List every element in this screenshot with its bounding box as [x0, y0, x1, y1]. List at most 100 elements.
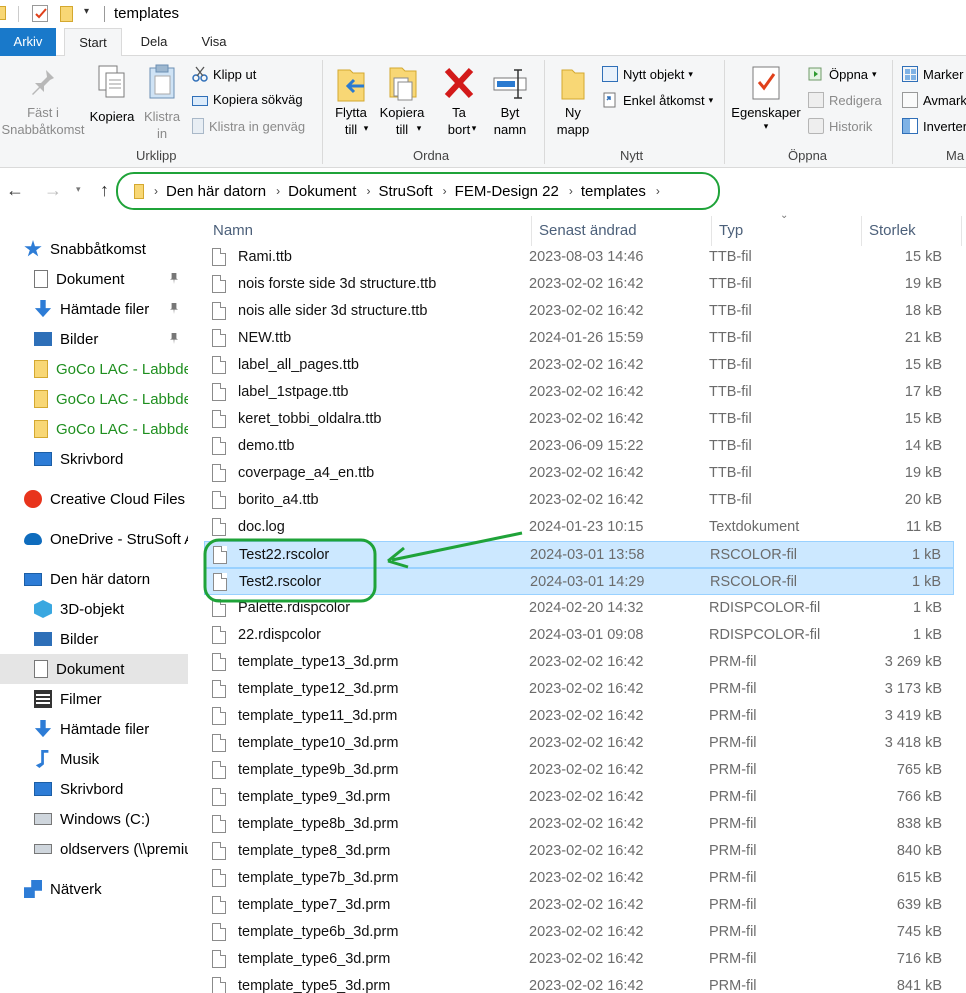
breadcrumb-item[interactable]: templates: [573, 183, 656, 200]
file-row[interactable]: template_type11_3d.prm 2023-02-02 16:42 PR…: [204, 703, 954, 730]
easy-access-button[interactable]: Enkel åtkomst ▾: [602, 92, 713, 108]
file-row[interactable]: template_type10_3d.prm 2023-02-02 16:42 PR…: [204, 730, 954, 757]
nav-item-musik[interactable]: Musik: [0, 744, 188, 774]
column-separator[interactable]: [711, 216, 712, 246]
file-row[interactable]: nois forste side 3d structure.ttb 2023-02…: [204, 271, 954, 298]
back-arrow-icon[interactable]: ←: [6, 180, 24, 201]
open-button[interactable]: Öppna ▾: [808, 66, 877, 82]
copy-to-button[interactable]: Kopiera till ▾: [376, 64, 428, 137]
nav-item-onedrive-strusoft-a[interactable]: OneDrive - StruSoft A: [0, 524, 188, 554]
nav-item-3d-objekt[interactable]: 3D-objekt: [0, 594, 188, 624]
tab-start[interactable]: Start: [64, 28, 122, 57]
file-row[interactable]: template_type9_3d.prm 2023-02-02 16:42 PRM…: [204, 784, 954, 811]
nav-item-hämtade-filer[interactable]: Hämtade filer: [0, 294, 188, 324]
breadcrumb-item[interactable]: StruSoft: [370, 183, 442, 200]
paste-button[interactable]: Klistra in: [138, 64, 186, 142]
column-header-name[interactable]: Namn: [213, 212, 253, 248]
file-row[interactable]: template_type9b_3d.prm 2023-02-02 16:42 PR…: [204, 757, 954, 784]
nav-item-den-här-datorn[interactable]: Den här datorn: [0, 564, 188, 594]
file-row[interactable]: label_1stpage.ttb 2023-02-02 16:42 TTB-fil…: [204, 379, 954, 406]
pin-quick-access-button[interactable]: Fäst i Snabbåtkomst: [0, 66, 86, 138]
nav-item-oldservers-premiu[interactable]: oldservers (\\premiu: [0, 834, 188, 864]
breadcrumb-item[interactable]: Den här datorn: [158, 183, 276, 200]
file-row[interactable]: NEW.ttb 2024-01-26 15:59 TTB-fil 21 kB: [204, 325, 954, 352]
up-arrow-icon[interactable]: ↑: [100, 180, 109, 201]
breadcrumb-item[interactable]: Dokument: [280, 183, 366, 200]
forward-arrow-icon[interactable]: →: [44, 180, 62, 201]
nav-item-skrivbord[interactable]: Skrivbord: [0, 444, 188, 474]
history-button[interactable]: Historik: [808, 118, 872, 134]
column-header-date[interactable]: Senast ändrad: [539, 212, 637, 248]
breadcrumb[interactable]: › Den här datorn › Dokument › StruSoft ›…: [128, 178, 720, 204]
group-label-oppna: Öppna: [788, 148, 828, 163]
copy-button[interactable]: Kopiera: [86, 64, 138, 125]
file-row[interactable]: template_type13_3d.prm 2023-02-02 16:42 PR…: [204, 649, 954, 676]
file-row[interactable]: template_type7_3d.prm 2023-02-02 16:42 PRM…: [204, 892, 954, 919]
nav-item-dokument[interactable]: Dokument: [0, 264, 188, 294]
file-row[interactable]: template_type7b_3d.prm 2023-02-02 16:42 PR…: [204, 865, 954, 892]
chevron-right-icon[interactable]: ›: [656, 184, 660, 198]
column-separator[interactable]: [531, 216, 532, 246]
file-row[interactable]: template_type8_3d.prm 2023-02-02 16:42 PRM…: [204, 838, 954, 865]
move-to-button[interactable]: Flytta till ▾: [328, 64, 374, 137]
invert-selection-button[interactable]: Inverter: [902, 118, 966, 134]
nav-item-dokument[interactable]: Dokument: [0, 654, 188, 684]
file-row[interactable]: label_all_pages.ttb 2023-02-02 16:42 TTB-f…: [204, 352, 954, 379]
file-row[interactable]: template_type5_3d.prm 2023-02-02 16:42 PRM…: [204, 973, 954, 993]
file-row[interactable]: template_type8b_3d.prm 2023-02-02 16:42 PR…: [204, 811, 954, 838]
tab-arkiv[interactable]: Arkiv: [0, 28, 56, 56]
tab-dela[interactable]: Dela: [128, 28, 180, 56]
file-row[interactable]: keret_tobbi_oldalra.ttb 2023-02-02 16:42 T…: [204, 406, 954, 433]
select-all-button[interactable]: Marker: [902, 66, 963, 82]
document-icon: [34, 270, 48, 288]
file-row[interactable]: Rami.ttb 2023-08-03 14:46 TTB-fil 15 kB: [204, 244, 954, 271]
file-row[interactable]: coverpage_a4_en.ttb 2023-02-02 16:42 TTB-f…: [204, 460, 954, 487]
file-row[interactable]: Palette.rdispcolor 2024-02-20 14:32 RDISPC…: [204, 595, 954, 622]
properties-quick-icon[interactable]: [32, 5, 48, 22]
properties-button[interactable]: Egenskaper ▾: [728, 64, 804, 131]
nav-item-bilder[interactable]: Bilder: [0, 324, 188, 354]
paste-shortcut-button[interactable]: Klistra in genväg: [192, 118, 305, 134]
file-row[interactable]: demo.ttb 2023-06-09 15:22 TTB-fil 14 kB: [204, 433, 954, 460]
nav-item-snabbåtkomst[interactable]: Snabbåtkomst: [0, 234, 188, 264]
nav-item-hämtade-filer[interactable]: Hämtade filer: [0, 714, 188, 744]
nav-item-filmer[interactable]: Filmer: [0, 684, 188, 714]
delete-button[interactable]: Ta bort ▾: [436, 64, 482, 137]
file-row[interactable]: nois alle sider 3d structure.ttb 2023-02-…: [204, 298, 954, 325]
column-separator[interactable]: [961, 216, 962, 246]
file-row[interactable]: doc.log 2024-01-23 10:15 Textdokument 11 kB: [204, 514, 954, 541]
file-row[interactable]: borito_a4.ttb 2023-02-02 16:42 TTB-fil 20 k…: [204, 487, 954, 514]
file-row[interactable]: Test2.rscolor 2024-03-01 14:29 RSCOLOR-fil…: [204, 568, 954, 595]
column-header-type[interactable]: Typ: [719, 212, 743, 248]
select-none-button[interactable]: Avmark: [902, 92, 966, 108]
nav-item-creative-cloud-files[interactable]: Creative Cloud Files: [0, 484, 188, 514]
file-type: TTB-fil: [709, 411, 752, 427]
network-icon: [24, 880, 42, 898]
copy-path-button[interactable]: Kopiera sökväg: [192, 92, 303, 107]
file-icon: [212, 248, 226, 266]
new-item-button[interactable]: Nytt objekt ▾: [602, 66, 693, 82]
nav-item-bilder[interactable]: Bilder: [0, 624, 188, 654]
file-row[interactable]: template_type6b_3d.prm 2023-02-02 16:42 PR…: [204, 919, 954, 946]
cut-button[interactable]: Klipp ut: [192, 66, 256, 82]
nav-item-nätverk[interactable]: Nätverk: [0, 874, 188, 904]
new-folder-quick-icon[interactable]: [60, 6, 73, 22]
nav-item-goco-lac-labbde[interactable]: GoCo LAC - Labbde: [0, 414, 188, 444]
quick-access-dropdown-icon[interactable]: ▾: [84, 6, 89, 17]
file-row[interactable]: Test22.rscolor 2024-03-01 13:58 RSCOLOR-fi…: [204, 541, 954, 568]
nav-item-windows-c[interactable]: Windows (C:): [0, 804, 188, 834]
edit-button[interactable]: Redigera: [808, 92, 882, 108]
file-row[interactable]: 22.rdispcolor 2024-03-01 09:08 RDISPCOLOR-…: [204, 622, 954, 649]
new-folder-button[interactable]: Ny mapp: [548, 64, 598, 138]
breadcrumb-item[interactable]: FEM-Design 22: [447, 183, 569, 200]
recent-locations-icon[interactable]: ▾: [76, 184, 81, 195]
nav-item-goco-lac-labbde[interactable]: GoCo LAC - Labbde: [0, 384, 188, 414]
nav-item-goco-lac-labbde[interactable]: GoCo LAC - Labbde: [0, 354, 188, 384]
nav-item-skrivbord[interactable]: Skrivbord: [0, 774, 188, 804]
column-header-size[interactable]: Storlek: [869, 212, 916, 248]
file-row[interactable]: template_type12_3d.prm 2023-02-02 16:42 PR…: [204, 676, 954, 703]
rename-button[interactable]: Byt namn: [486, 64, 534, 138]
file-row[interactable]: template_type6_3d.prm 2023-02-02 16:42 PRM…: [204, 946, 954, 973]
column-separator[interactable]: [861, 216, 862, 246]
tab-visa[interactable]: Visa: [188, 28, 240, 56]
